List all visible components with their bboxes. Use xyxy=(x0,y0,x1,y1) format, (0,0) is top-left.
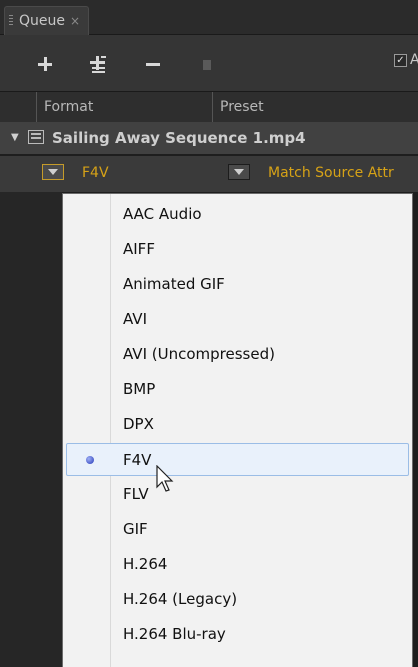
queue-output-row[interactable]: F4V Match Source Attr xyxy=(0,156,418,192)
menu-item-label: AVI xyxy=(123,310,147,328)
menu-item-label: AIFF xyxy=(123,240,155,258)
format-value[interactable]: F4V xyxy=(82,165,109,181)
remove-button[interactable] xyxy=(142,53,164,75)
menu-item-dpx[interactable]: DPX xyxy=(66,408,409,441)
menu-item-label: DPX xyxy=(123,415,154,433)
menu-item-aac-audio[interactable]: AAC Audio xyxy=(66,198,409,231)
menu-item-avi[interactable]: AVI xyxy=(66,303,409,336)
menu-item-bmp[interactable]: BMP xyxy=(66,373,409,406)
menu-item-label: AAC Audio xyxy=(123,205,202,223)
duplicate-icon[interactable] xyxy=(196,53,218,75)
menu-item-label: FLV xyxy=(123,485,149,503)
menu-item-gif[interactable]: GIF xyxy=(66,513,409,546)
selected-radio-icon xyxy=(86,456,94,464)
menu-item-label: H.264 xyxy=(123,555,168,573)
auto-label: Aut xyxy=(410,52,418,68)
preset-value[interactable]: Match Source Attr xyxy=(268,165,394,181)
menu-item-h264-legacy[interactable]: H.264 (Legacy) xyxy=(66,583,409,616)
preset-dropdown-button[interactable] xyxy=(228,164,250,180)
menu-item-label: H.264 (Legacy) xyxy=(123,590,238,608)
menu-item-label: H.264 Blu-ray xyxy=(123,625,226,643)
menu-item-label: F4V xyxy=(123,451,152,469)
column-header: Format Preset xyxy=(0,91,418,123)
add-output-icon[interactable] xyxy=(88,53,110,75)
checkbox-icon[interactable]: ✓ xyxy=(394,53,407,67)
menu-item-avi-uncompressed[interactable]: AVI (Uncompressed) xyxy=(66,338,409,371)
menu-item-label: Animated GIF xyxy=(123,275,225,293)
menu-item-label: AVI (Uncompressed) xyxy=(123,345,275,363)
menu-item-h264-blu-ray[interactable]: H.264 Blu-ray xyxy=(66,618,409,651)
menu-item-animated-gif[interactable]: Animated GIF xyxy=(66,268,409,301)
tab-queue[interactable]: Queue × xyxy=(4,6,90,35)
menu-item-aiff[interactable]: AIFF xyxy=(66,233,409,266)
format-column-header[interactable]: Format xyxy=(36,92,208,122)
mouse-pointer-icon xyxy=(156,465,174,492)
format-dropdown-button[interactable] xyxy=(42,164,64,180)
film-icon xyxy=(28,130,44,144)
preset-column-header[interactable]: Preset xyxy=(212,92,418,122)
close-icon[interactable]: × xyxy=(70,14,80,28)
menu-item-flv[interactable]: FLV xyxy=(66,478,409,511)
queue-list-area xyxy=(0,192,62,667)
panel-tab-bar: Queue × xyxy=(0,0,418,35)
panel-grip-icon[interactable] xyxy=(9,15,13,27)
queue-toolbar: ✓Aut xyxy=(0,35,418,91)
menu-item-label: GIF xyxy=(123,520,148,538)
expand-triangle-icon[interactable]: ▼ xyxy=(11,132,19,143)
menu-item-label: BMP xyxy=(123,380,156,398)
auto-start-checkbox[interactable]: ✓Aut xyxy=(394,52,418,68)
tab-queue-label: Queue xyxy=(19,13,65,29)
source-name: Sailing Away Sequence 1.mp4 xyxy=(52,129,306,147)
menu-item-h264[interactable]: H.264 xyxy=(66,548,409,581)
menu-item-f4v[interactable]: F4V xyxy=(66,443,409,476)
queue-source-row[interactable]: ▼ Sailing Away Sequence 1.mp4 xyxy=(0,122,418,154)
format-dropdown-menu: AAC Audio AIFF Animated GIF AVI AVI (Unc… xyxy=(62,193,413,667)
add-source-button[interactable] xyxy=(34,53,56,75)
